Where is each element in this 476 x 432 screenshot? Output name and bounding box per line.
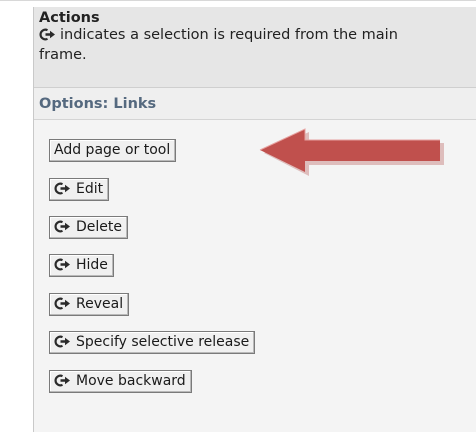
- reveal-button[interactable]: Reveal: [49, 293, 130, 317]
- hide-label: Hide: [76, 257, 108, 273]
- selection-required-icon: [54, 181, 72, 202]
- add-page-or-tool-label: Add page or tool: [54, 142, 171, 158]
- specify-selective-release-button[interactable]: Specify selective release: [49, 331, 256, 355]
- reveal-label: Reveal: [76, 296, 124, 312]
- actions-panel: Actions indicates a selection is require…: [33, 7, 476, 432]
- selection-required-icon: [39, 28, 57, 46]
- selection-required-icon: [54, 373, 72, 394]
- delete-label: Delete: [76, 219, 122, 235]
- delete-button[interactable]: Delete: [49, 216, 128, 239]
- actions-title: Actions: [39, 10, 100, 26]
- selection-required-icon: [54, 296, 72, 317]
- selection-required-icon: [54, 219, 72, 240]
- hide-button[interactable]: Hide: [49, 254, 114, 277]
- selection-required-icon: [54, 257, 72, 278]
- actions-info-box: Actions indicates a selection is require…: [34, 7, 476, 88]
- actions-description: indicates a selection is required from t…: [39, 27, 398, 63]
- specify-selective-release-label: Specify selective release: [76, 334, 250, 350]
- top-divider: [0, 0, 476, 1]
- move-backward-label: Move backward: [76, 373, 186, 389]
- actions-description-row: indicates a selection is required from t…: [39, 26, 409, 64]
- add-page-or-tool-button[interactable]: Add page or tool: [49, 139, 177, 162]
- red-arrow-icon: [258, 128, 448, 180]
- selection-required-icon: [54, 334, 72, 355]
- page: Actions indicates a selection is require…: [0, 0, 476, 432]
- edit-button[interactable]: Edit: [49, 178, 110, 202]
- move-backward-button[interactable]: Move backward: [49, 370, 192, 393]
- options-header: Options: Links: [34, 88, 476, 120]
- edit-label: Edit: [76, 181, 104, 197]
